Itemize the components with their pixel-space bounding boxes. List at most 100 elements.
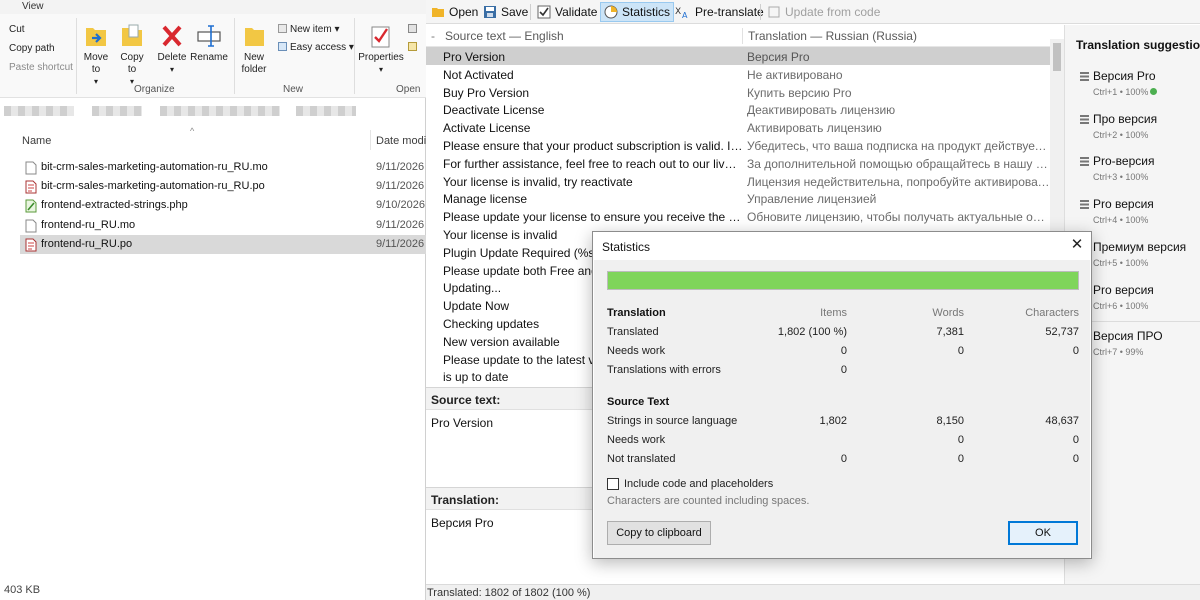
- rename-button[interactable]: Rename: [190, 22, 228, 64]
- properties-button[interactable]: Properties ▾: [358, 22, 404, 76]
- suggestion-item[interactable]: Pro-версия Ctrl+3 • 100%: [1065, 150, 1200, 193]
- items-column-header: Items: [820, 307, 847, 319]
- file-name: frontend-extracted-strings.php: [41, 199, 188, 212]
- move-to-label: Move to: [83, 52, 109, 75]
- open-button[interactable]: Open: [428, 3, 481, 21]
- needs-work-words: 0: [957, 345, 964, 357]
- suggestion-meta: Ctrl+2 • 100%: [1093, 130, 1148, 140]
- file-date: 9/11/2026: [376, 237, 425, 250]
- file-name: frontend-ru_RU.po: [41, 237, 133, 250]
- move-to-button[interactable]: Move to ▾: [80, 22, 112, 88]
- dialog-body: Translation Items Words Characters Trans…: [594, 260, 1090, 558]
- translation-row[interactable]: Activate License Активировать лицензию: [426, 118, 1050, 136]
- cut-button[interactable]: Cut: [0, 24, 25, 35]
- paste-shortcut-button[interactable]: Paste shortcut: [0, 62, 73, 73]
- new-folder-icon: [245, 28, 264, 46]
- file-row[interactable]: bit-crm-sales-marketing-automation-ru_RU…: [20, 158, 426, 177]
- ok-button[interactable]: OK: [1008, 521, 1078, 545]
- translated-words: 7,381: [936, 326, 964, 338]
- sort-ascending-icon: ^: [190, 126, 195, 136]
- translation-row[interactable]: Buy Pro Version Купить версию Pro: [426, 83, 1050, 101]
- column-name[interactable]: Name: [22, 135, 51, 147]
- translation-row[interactable]: Pro Version Версия Pro: [426, 47, 1050, 65]
- row-translation-text: Управление лицензией: [747, 192, 877, 207]
- row-source-text: Activate License: [443, 121, 531, 136]
- edit-button[interactable]: [408, 42, 420, 53]
- properties-icon: [371, 26, 390, 48]
- new-folder-button[interactable]: New folder: [238, 22, 270, 76]
- new-item-label: New item: [290, 24, 332, 35]
- statistics-button[interactable]: Statistics: [600, 2, 675, 22]
- ribbon-divider: [354, 18, 355, 94]
- translation-row[interactable]: Manage license Управление лицензией: [426, 189, 1050, 207]
- properties-label: Properties: [358, 52, 404, 63]
- delete-button[interactable]: Delete ▾: [156, 22, 188, 76]
- suggestion-shortcut: Ctrl+2 • 100%: [1093, 129, 1149, 140]
- translation-row[interactable]: Please update your license to ensure you…: [426, 207, 1050, 225]
- source-text-label: Source text:: [431, 393, 501, 407]
- file-column-header: ^ Name Date modified: [0, 126, 444, 154]
- source-column-header[interactable]: Source text — English: [445, 29, 564, 43]
- ribbon-divider: [234, 18, 235, 94]
- translation-label: Translation:: [431, 493, 500, 507]
- file-row[interactable]: frontend-ru_RU.mo 9/11/2026: [20, 216, 426, 235]
- status-column-header: -: [431, 29, 435, 43]
- validate-button[interactable]: Validate: [534, 3, 600, 21]
- translated-characters: 52,737: [1045, 326, 1079, 338]
- copy-to-clipboard-button[interactable]: Copy to clipboard: [607, 521, 711, 545]
- copy-to-button[interactable]: Copy to ▾: [116, 22, 148, 88]
- file-row[interactable]: frontend-extracted-strings.php 9/10/2026: [20, 196, 426, 215]
- tab-view[interactable]: View: [22, 1, 44, 12]
- translated-count: Translated: 1802 of 1802 (100 %): [427, 587, 591, 599]
- new-item-button[interactable]: New item ▾: [278, 24, 340, 35]
- suggestion-item[interactable]: Версия Pro Ctrl+1 • 100%: [1065, 65, 1200, 108]
- update-from-code-button[interactable]: Update from code: [764, 3, 883, 21]
- suggestion-item[interactable]: Про версия Ctrl+2 • 100%: [1065, 108, 1200, 151]
- progress-bar: [607, 271, 1079, 290]
- statistics-dialog: Statistics ✕ Translation Items Words Cha…: [592, 231, 1092, 559]
- save-button[interactable]: Save: [480, 3, 531, 21]
- close-icon[interactable]: ✕: [1067, 236, 1087, 254]
- row-source-text: Please ensure that your product subscrip…: [443, 139, 743, 153]
- suggestion-item[interactable]: Pro версия Ctrl+4 • 100%: [1065, 193, 1200, 236]
- row-source-text: For further assistance, feel free to rea…: [443, 156, 743, 171]
- address-bar[interactable]: [0, 100, 426, 122]
- translation-row[interactable]: Your license is invalid, try reactivate Л…: [426, 172, 1050, 190]
- open-button[interactable]: [408, 24, 420, 35]
- suggestion-shortcut: Ctrl+1 • 100%: [1093, 87, 1149, 97]
- row-source-text: Please update your license to ensure you…: [443, 210, 743, 225]
- scrollbar-thumb[interactable]: [1053, 43, 1061, 71]
- strings-row-label: Strings in source language: [607, 415, 738, 427]
- toolbar-divider: [760, 4, 761, 20]
- strings-items: 1,802: [819, 415, 847, 427]
- copy-path-button[interactable]: Copy path: [0, 43, 55, 54]
- file-date: 9/11/2026: [376, 218, 425, 231]
- needs-work-row-label: Needs work: [607, 345, 666, 357]
- translation-row[interactable]: Deactivate License Деактивировать лицензи…: [426, 100, 1050, 118]
- source-section-title: Source Text: [607, 396, 670, 408]
- translation-column-header[interactable]: Translation — Russian (Russia): [748, 29, 917, 43]
- memory-icon: [1080, 114, 1089, 124]
- include-code-label[interactable]: Include code and placeholders: [624, 478, 773, 490]
- memory-icon: [1080, 72, 1089, 81]
- pretranslate-button[interactable]: X A Pre-translate: [672, 3, 767, 21]
- needs-work-items: 0: [840, 345, 847, 357]
- delete-label: Delete: [157, 52, 187, 63]
- file-row[interactable]: frontend-ru_RU.po 9/11/2026: [20, 234, 426, 254]
- statistics-label: Statistics: [622, 5, 671, 19]
- translation-row[interactable]: For further assistance, feel free to rea…: [426, 154, 1050, 172]
- file-row[interactable]: bit-crm-sales-marketing-automation-ru_RU…: [20, 177, 426, 196]
- easy-access-button[interactable]: Easy access ▾: [278, 42, 354, 53]
- translation-editor[interactable]: Версия Pro: [431, 516, 494, 530]
- translation-row[interactable]: Not Activated Не активировано: [426, 65, 1050, 83]
- row-source-text: Deactivate License: [443, 103, 545, 118]
- file-explorer-window: View Cut Copy path Paste shortcut Move t…: [0, 0, 444, 600]
- delete-icon: [162, 25, 182, 47]
- php-file-icon: [25, 199, 37, 213]
- not-translated-characters: 0: [1072, 453, 1079, 465]
- open-group-label: Open: [396, 84, 421, 95]
- source-needs-work-words: 0: [957, 434, 964, 446]
- not-translated-words: 0: [957, 453, 964, 465]
- include-code-checkbox[interactable]: [607, 478, 619, 490]
- translation-row[interactable]: Please ensure that your product subscrip…: [426, 136, 1050, 154]
